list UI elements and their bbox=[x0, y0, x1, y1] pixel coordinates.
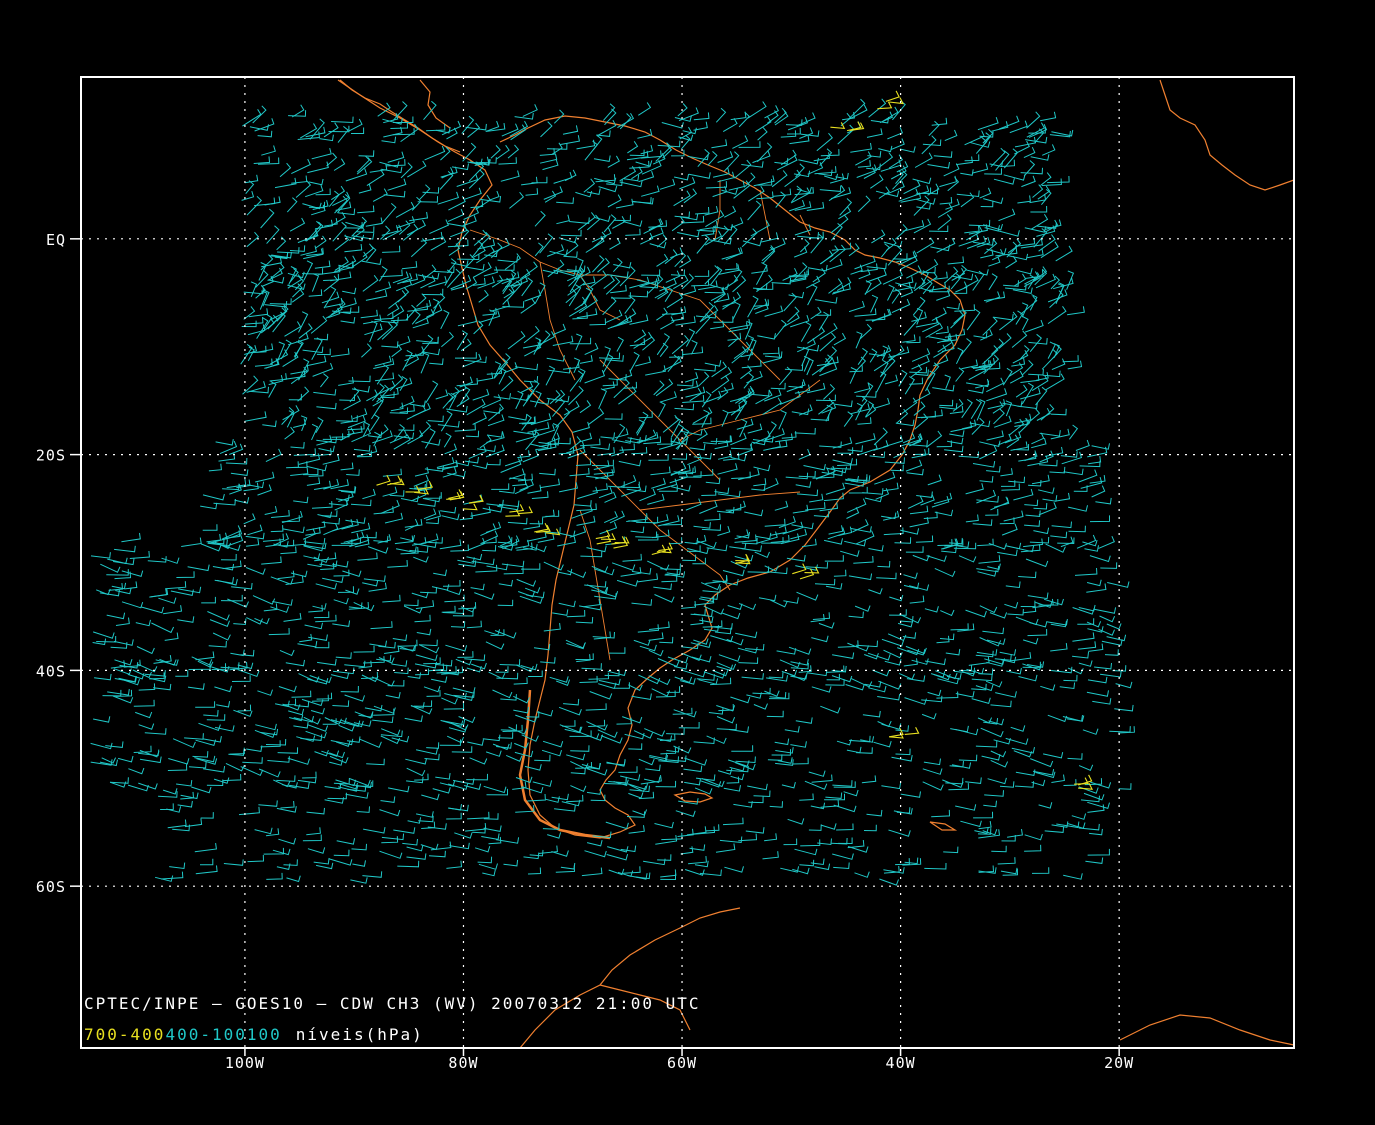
legend-unit-label: níveis(hPa) bbox=[296, 1025, 424, 1044]
lat-label: EQ bbox=[46, 231, 66, 249]
lat-label: 20S bbox=[36, 447, 66, 465]
legend-level-400-100: 400-100 bbox=[165, 1025, 246, 1044]
lon-label: 20W bbox=[1104, 1054, 1134, 1072]
legend-level-700-400: 700-400 bbox=[84, 1025, 165, 1044]
lon-label: 80W bbox=[448, 1054, 478, 1072]
lat-label: 40S bbox=[36, 662, 66, 680]
lon-label: 40W bbox=[886, 1054, 916, 1072]
legend-line: 700-400400-100100 níveis(hPa) bbox=[84, 1025, 424, 1044]
lon-label: 60W bbox=[667, 1054, 697, 1072]
lat-label: 60S bbox=[36, 878, 66, 896]
wind-vector-map: EQ 20S 40S 60S 100W 80W 60W 40W 20W CPTEC/INPE … bbox=[0, 0, 1375, 1125]
lon-label: 100W bbox=[225, 1054, 265, 1072]
legend-level-100: 100 bbox=[247, 1025, 282, 1044]
caption-line1: CPTEC/INPE — GOES10 — CDW CH3 (WV) 20070… bbox=[84, 994, 701, 1013]
